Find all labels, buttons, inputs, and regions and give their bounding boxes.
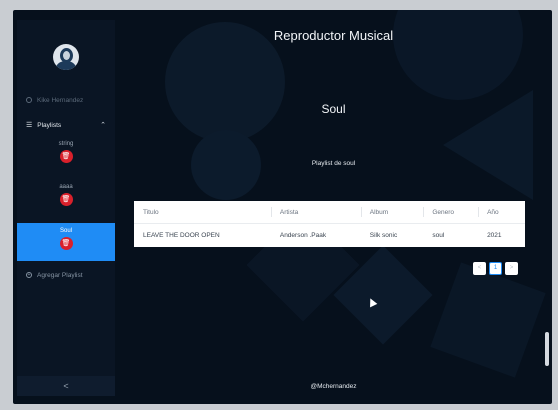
- song-genre: soul: [432, 232, 445, 239]
- playlist-name: aaaa: [59, 184, 73, 190]
- background-shape: [393, 10, 523, 100]
- add-playlist-button[interactable]: + Agregar Playlist: [17, 268, 115, 282]
- background-shape: [430, 262, 546, 378]
- pagination-page-button[interactable]: 1: [489, 262, 502, 275]
- trash-icon: 🗑: [61, 153, 71, 160]
- sidebar: Kike Hernandez ☰ Playlists ⌃ string 🗑 aa…: [17, 20, 115, 396]
- column-header-title[interactable]: Titulo: [134, 201, 271, 224]
- trash-icon: 🗑: [61, 240, 71, 247]
- playlist-name: Soul: [59, 228, 72, 234]
- list-icon: ☰: [26, 122, 33, 129]
- pagination-next-button[interactable]: >: [505, 262, 518, 275]
- delete-playlist-button[interactable]: 🗑: [59, 193, 73, 206]
- app-title: Reproductor Musical: [273, 28, 394, 43]
- song-album: Silk sonic: [369, 232, 398, 239]
- column-header-artist[interactable]: Artista: [270, 201, 361, 224]
- sidebar-item-playlist-active[interactable]: Soul 🗑: [17, 223, 115, 261]
- sidebar-item-playlist[interactable]: string 🗑: [17, 138, 115, 163]
- column-header-genre[interactable]: Genero: [423, 201, 479, 224]
- column-header-year[interactable]: Año: [478, 201, 525, 224]
- avatar[interactable]: [53, 44, 79, 70]
- playlist-description: Playlist de soul: [311, 160, 356, 167]
- playlists-label: Playlists: [37, 121, 62, 129]
- trash-icon: 🗑: [61, 196, 71, 203]
- pagination-prev-button[interactable]: <: [473, 262, 486, 275]
- chevron-up-icon: ⌃: [100, 122, 106, 129]
- chevron-left-icon: <: [63, 381, 69, 391]
- add-playlist-label: Agregar Playlist: [37, 271, 83, 279]
- playlists-menu-toggle[interactable]: ☰ Playlists ⌃: [17, 116, 115, 134]
- footer-credit: @Mchernandez: [310, 383, 357, 390]
- scrollbar-thumb[interactable]: [545, 332, 549, 366]
- playlist-title: Soul: [321, 102, 346, 116]
- pagination: < 1 >: [473, 262, 518, 275]
- song-title: LEAVE THE DOOR OPEN: [143, 232, 220, 239]
- table-header-row: Titulo Artista Album Genero Año: [134, 201, 525, 224]
- sidebar-item-playlist[interactable]: aaaa 🗑: [17, 181, 115, 206]
- user-icon: [26, 97, 32, 103]
- column-header-album[interactable]: Album: [360, 201, 424, 224]
- songs-table: Titulo Artista Album Genero Año LEAVE TH…: [134, 201, 525, 247]
- table-row[interactable]: LEAVE THE DOOR OPEN Anderson .Paak Silk …: [134, 224, 525, 248]
- playlist-name: string: [58, 141, 74, 147]
- user-name: Kike Hernandez: [37, 96, 84, 104]
- delete-playlist-button[interactable]: 🗑: [59, 150, 73, 163]
- plus-circle-icon: +: [26, 272, 32, 278]
- song-year: 2021: [487, 232, 502, 239]
- sidebar-item-user[interactable]: Kike Hernandez: [17, 91, 115, 109]
- delete-playlist-button[interactable]: 🗑: [59, 237, 73, 250]
- sidebar-collapse-button[interactable]: <: [17, 376, 115, 396]
- song-artist: Anderson .Paak: [279, 232, 327, 239]
- avatar-face: [63, 51, 70, 60]
- app-window: Kike Hernandez ☰ Playlists ⌃ string 🗑 aa…: [13, 10, 552, 404]
